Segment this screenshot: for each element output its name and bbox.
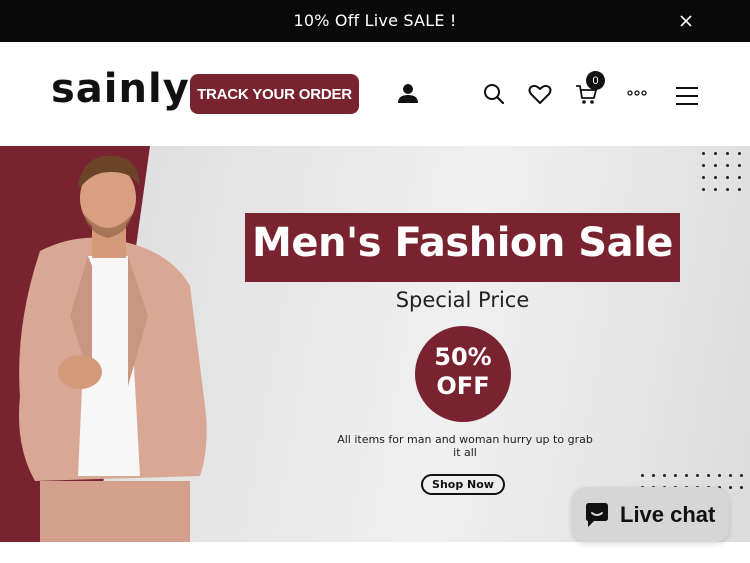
discount-percent: 50% (434, 343, 492, 371)
chat-bubble-icon (586, 502, 608, 527)
discount-off: OFF (436, 372, 490, 400)
hamburger-menu-icon[interactable] (674, 84, 700, 110)
site-header: sainly TRACK YOUR ORDER 0 (0, 42, 750, 146)
cart-count-badge: 0 (586, 71, 605, 90)
hero-model-image (0, 146, 207, 542)
decorative-dots-top (702, 152, 741, 191)
hero-banner[interactable]: Men's Fashion Sale Special Price 50% OFF… (0, 146, 750, 542)
hero-subtitle: Special Price (395, 288, 530, 312)
close-icon[interactable] (675, 10, 697, 32)
account-icon[interactable] (395, 81, 421, 107)
more-options-icon[interactable] (625, 80, 651, 106)
wishlist-heart-icon[interactable] (527, 81, 553, 107)
announcement-text: 10% Off Live SALE ! (293, 11, 457, 30)
live-chat-button[interactable]: Live chat (572, 487, 729, 542)
track-order-button[interactable]: TRACK YOUR ORDER (190, 74, 359, 114)
shop-now-button[interactable]: Shop Now (421, 474, 505, 495)
hero-title: Men's Fashion Sale (252, 220, 673, 266)
search-icon[interactable] (481, 81, 507, 107)
hero-description: All items for man and woman hurry up to … (337, 433, 593, 459)
live-chat-label: Live chat (620, 501, 716, 527)
announcement-bar: 10% Off Live SALE ! (0, 0, 750, 42)
logo[interactable]: sainly (51, 66, 190, 112)
